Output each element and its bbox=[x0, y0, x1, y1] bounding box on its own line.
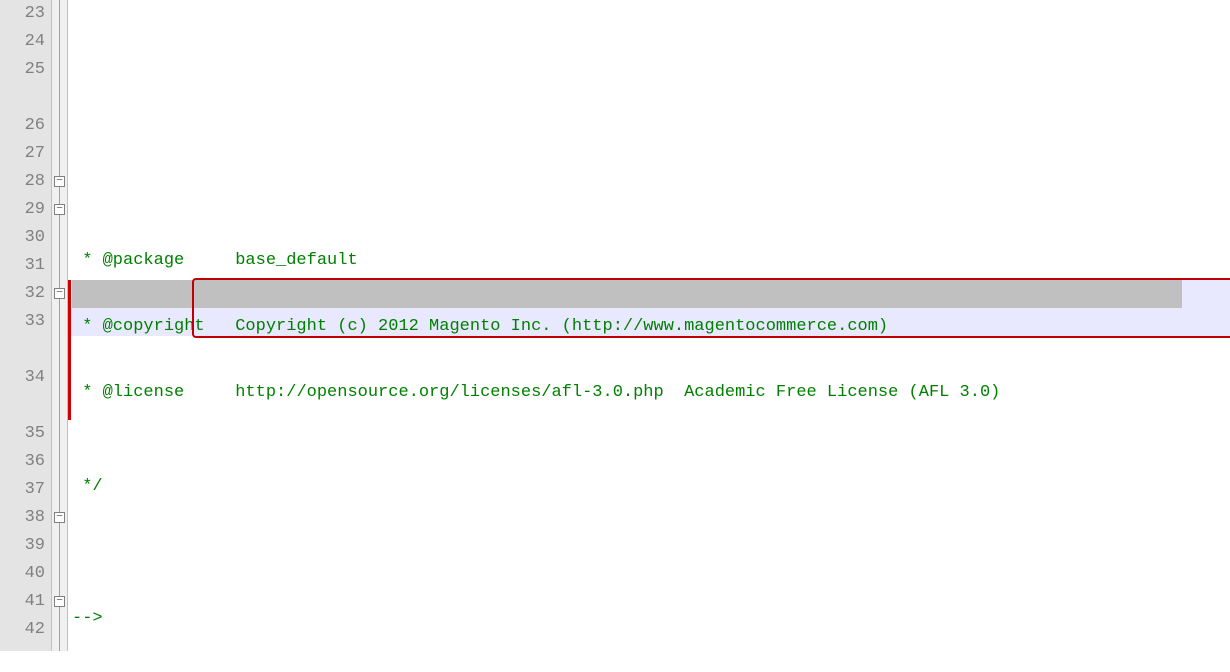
line-number: 36 bbox=[0, 448, 45, 476]
line-number: 28 bbox=[0, 168, 45, 196]
code-line[interactable]: * @package base_default bbox=[68, 247, 1230, 275]
fold-column: − − − − − bbox=[52, 0, 68, 651]
line-number: 30 bbox=[0, 224, 45, 252]
line-number: 39 bbox=[0, 532, 45, 560]
line-number: 38 bbox=[0, 504, 45, 532]
line-number: 23 bbox=[0, 0, 45, 28]
line-number: 25 bbox=[0, 56, 45, 112]
line-number-gutter: 23 24 25 26 27 28 29 30 31 32 33 34 35 3… bbox=[0, 0, 52, 651]
text-selection bbox=[72, 280, 1182, 308]
fold-toggle-icon[interactable]: − bbox=[54, 596, 65, 607]
code-line[interactable]: * @copyright Copyright (c) 2012 Magento … bbox=[68, 313, 1230, 341]
line-number: 24 bbox=[0, 28, 45, 56]
line-number: 37 bbox=[0, 476, 45, 504]
fold-toggle-icon[interactable]: − bbox=[54, 288, 65, 299]
fold-guide-line bbox=[59, 0, 60, 651]
fold-toggle-icon[interactable]: − bbox=[54, 512, 65, 523]
line-number: 33 bbox=[0, 308, 45, 364]
line-number: 27 bbox=[0, 140, 45, 168]
line-number: 42 bbox=[0, 616, 45, 672]
code-line[interactable]: */ bbox=[68, 473, 1230, 501]
line-number: 26 bbox=[0, 112, 45, 140]
fold-toggle-icon[interactable]: − bbox=[54, 176, 65, 187]
line-number: 32 bbox=[0, 280, 45, 308]
code-editor-area[interactable]: * @package base_default * @copyright Cop… bbox=[68, 0, 1230, 651]
fold-toggle-icon[interactable]: − bbox=[54, 204, 65, 215]
line-number: 41 bbox=[0, 588, 45, 616]
code-line[interactable]: * @license http://opensource.org/license… bbox=[68, 379, 1230, 435]
line-number: 40 bbox=[0, 560, 45, 588]
line-number: 35 bbox=[0, 420, 45, 448]
modified-indicator bbox=[68, 280, 71, 420]
code-line[interactable]: --> bbox=[68, 605, 1230, 633]
line-number: 34 bbox=[0, 364, 45, 420]
line-number: 31 bbox=[0, 252, 45, 280]
line-number: 29 bbox=[0, 196, 45, 224]
code-line[interactable] bbox=[68, 539, 1230, 567]
